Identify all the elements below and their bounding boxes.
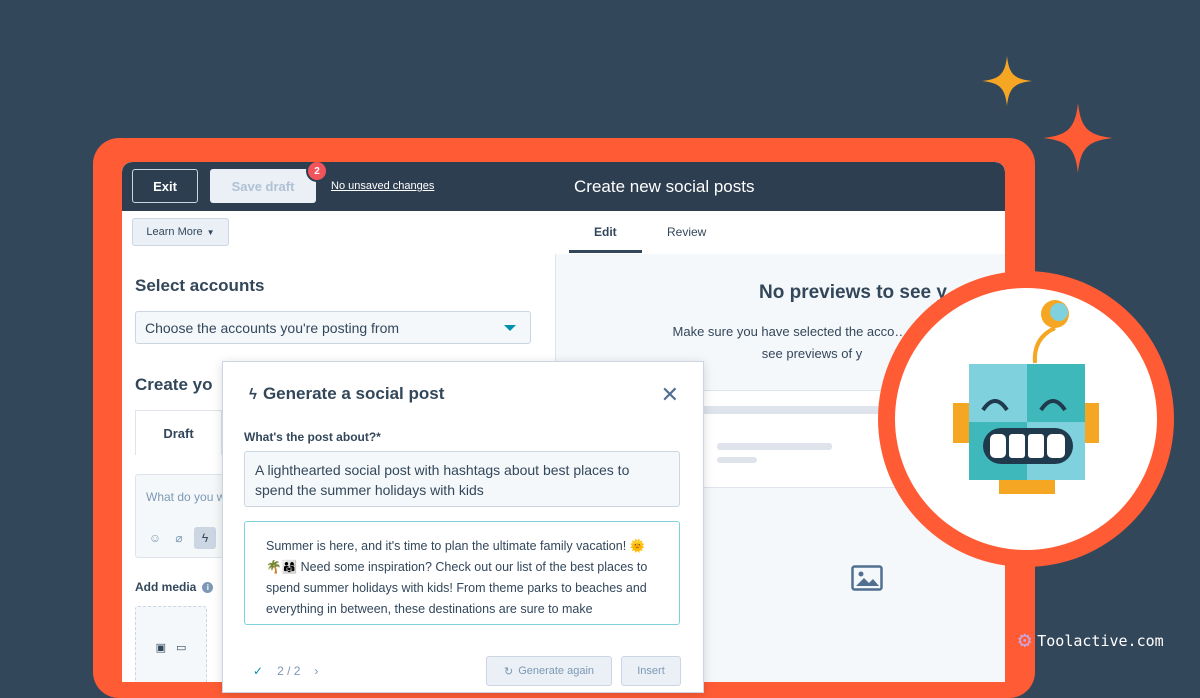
chevron-right-icon[interactable]: › <box>314 664 318 678</box>
save-draft-button[interactable]: Save draft <box>210 169 316 203</box>
refresh-icon: ↻ <box>503 665 514 678</box>
add-media-text: Add media <box>135 580 197 594</box>
add-media-label: Add media i <box>135 580 214 594</box>
sparkle-large-icon <box>1043 103 1113 173</box>
modal-title: Generate a social post <box>262 384 445 403</box>
generate-again-label: Generate again <box>518 665 595 677</box>
accounts-select[interactable]: Choose the accounts you're posting from <box>135 311 531 344</box>
top-bar: Exit Save draft 2 No unsaved changes Cre… <box>122 162 1005 211</box>
notification-badge: 2 <box>306 162 328 182</box>
sparkle-small-icon <box>982 56 1032 106</box>
image-upload-icon: ▣ <box>155 641 166 654</box>
pager-text: 2 / 2 <box>277 664 301 678</box>
skeleton-line <box>717 457 757 463</box>
video-upload-icon: ▭ <box>176 641 187 654</box>
tab-draft[interactable]: Draft <box>135 410 222 455</box>
media-dropzone[interactable]: ▣ ▭ <box>135 606 207 682</box>
watermark-text: Toolactive.com <box>1037 631 1164 650</box>
sub-toolbar: Learn More ▼ Edit Review <box>122 211 1005 255</box>
skeleton-line <box>717 443 832 450</box>
accounts-select-label: Choose the accounts you're posting from <box>145 319 400 336</box>
emoji-icon[interactable]: ☺ <box>146 529 164 547</box>
insert-button[interactable]: Insert <box>621 656 681 686</box>
close-icon[interactable]: ✕ <box>661 382 679 408</box>
compose-placeholder: What do you w <box>146 490 226 504</box>
attachment-icon[interactable]: ⌀ <box>170 529 188 547</box>
result-pager: ✓ 2 / 2 › <box>253 664 318 678</box>
caret-down-icon: ▼ <box>206 227 215 237</box>
unsaved-changes-link[interactable]: No unsaved changes <box>331 180 434 192</box>
compose-toolbar: ☺ ⌀ ϟ <box>146 527 216 549</box>
generate-again-button[interactable]: ↻ Generate again <box>486 656 612 686</box>
lightning-icon: ϟ <box>249 385 257 403</box>
tab-review[interactable]: Review <box>667 225 706 239</box>
modal-header: ϟ Generate a social post <box>249 384 444 404</box>
learn-more-label: Learn More <box>146 226 203 238</box>
learn-more-dropdown[interactable]: Learn More ▼ <box>132 218 229 246</box>
generate-post-modal: ϟ Generate a social post ✕ What's the po… <box>222 361 704 693</box>
robot-illustration <box>953 300 1099 494</box>
page-title: Create new social posts <box>574 177 755 196</box>
skeleton-line <box>697 406 897 414</box>
post-about-input[interactable]: A lighthearted social post with hashtags… <box>244 451 680 507</box>
modal-footer: ✓ 2 / 2 › ↻ Generate again Insert <box>223 652 703 692</box>
gear-icon: ⚙ <box>1018 628 1032 653</box>
select-accounts-title: Select accounts <box>135 276 265 295</box>
active-tab-indicator <box>569 250 642 253</box>
image-icon <box>851 565 883 591</box>
post-about-label: What's the post about?* <box>244 430 381 444</box>
exit-button[interactable]: Exit <box>132 169 198 203</box>
tab-edit[interactable]: Edit <box>594 225 617 239</box>
create-post-title: Create yo <box>135 375 213 394</box>
info-icon[interactable]: i <box>202 581 214 593</box>
chevron-down-icon <box>504 325 516 331</box>
generated-post-text[interactable]: Summer is here, and it's time to plan th… <box>244 521 680 625</box>
chevron-left-icon[interactable]: ✓ <box>253 664 263 678</box>
lightning-icon[interactable]: ϟ <box>194 527 216 549</box>
watermark: ⚙ Toolactive.com <box>1018 628 1164 653</box>
